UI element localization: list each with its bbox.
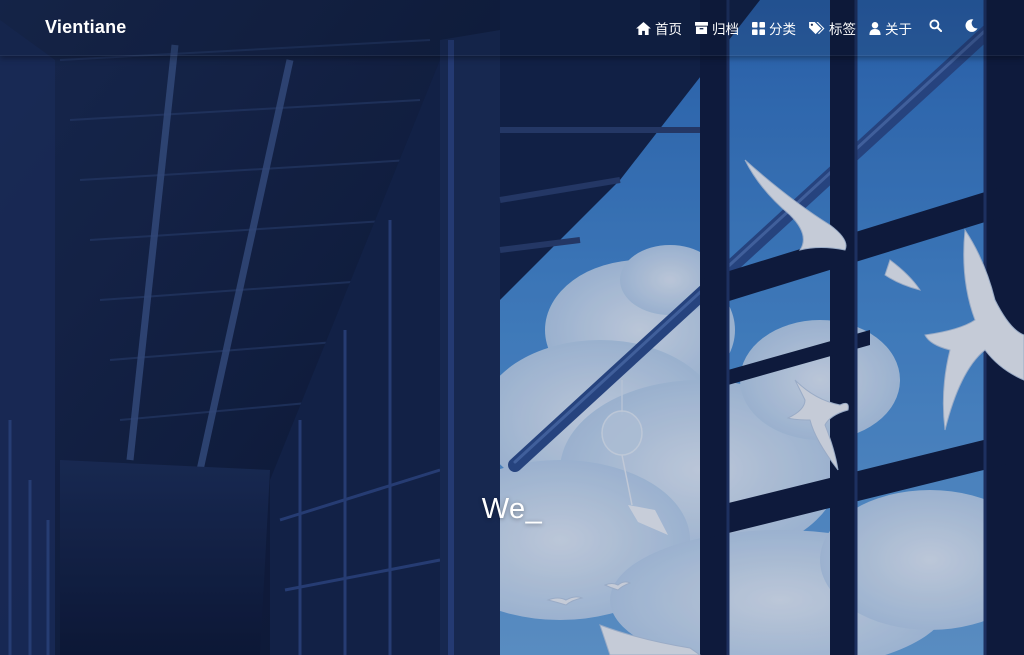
hero-banner: Vientiane 首页 归档 分类 标签 关于 We_: [0, 0, 1024, 655]
nav-item-home[interactable]: 首页: [636, 18, 682, 38]
moon-icon: [965, 19, 978, 37]
site-brand[interactable]: Vientiane: [45, 17, 127, 38]
home-icon: [636, 21, 651, 35]
archive-icon: [695, 22, 708, 34]
theme-toggle-button[interactable]: [965, 19, 978, 37]
background-illustration: [0, 0, 1024, 655]
nav-item-category[interactable]: 分类: [752, 18, 796, 38]
nav-item-tags[interactable]: 标签: [809, 18, 856, 38]
nav-item-category-label: 分类: [769, 22, 796, 37]
user-icon: [869, 21, 881, 35]
search-button[interactable]: [929, 19, 943, 37]
nav-item-home-label: 首页: [655, 22, 682, 37]
nav-item-archive-label: 归档: [712, 22, 739, 37]
nav-item-tags-label: 标签: [829, 22, 856, 37]
banner-subtitle: We_: [481, 493, 543, 525]
navbar: Vientiane 首页 归档 分类 标签 关于: [0, 0, 1024, 56]
tags-icon: [809, 21, 825, 35]
search-icon: [929, 19, 943, 37]
nav-item-archive[interactable]: 归档: [695, 18, 739, 38]
nav-item-about-label: 关于: [885, 22, 912, 37]
nav-item-about[interactable]: 关于: [869, 18, 912, 38]
category-icon: [752, 21, 765, 35]
nav-menu: 首页 归档 分类 标签 关于: [636, 18, 978, 38]
